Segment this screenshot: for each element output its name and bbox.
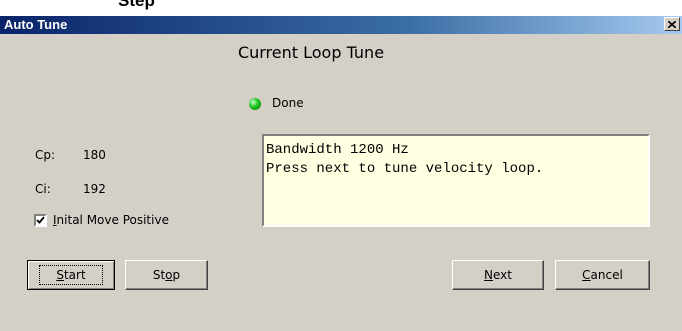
background-caption: Step xyxy=(118,0,155,10)
message-line-2: Press next to tune velocity loop. xyxy=(266,161,544,177)
loop-heading-text: Current Loop Tune xyxy=(237,43,385,62)
cp-value: 180 xyxy=(83,148,106,162)
background-window-strip: Step xyxy=(0,0,682,16)
checkmark-icon xyxy=(36,216,45,224)
loop-heading: Current Loop Tune xyxy=(0,43,682,62)
ci-label: Ci: xyxy=(35,182,51,196)
title-bar[interactable]: Auto Tune xyxy=(0,16,682,34)
message-line-1: Bandwidth 1200 Hz xyxy=(266,142,409,158)
status-led-icon xyxy=(249,98,261,110)
checkbox-box[interactable] xyxy=(34,213,47,227)
close-button[interactable] xyxy=(664,17,680,31)
auto-tune-dialog: Auto Tune Current Loop Tune Done Cp: 180… xyxy=(0,16,682,331)
close-icon xyxy=(668,20,676,28)
next-button[interactable]: Next xyxy=(452,260,544,290)
message-box: Bandwidth 1200 Hz Press next to tune vel… xyxy=(262,134,650,227)
initial-move-positive-checkbox[interactable]: Inital Move Positive xyxy=(34,213,169,227)
cancel-button[interactable]: Cancel xyxy=(555,260,650,290)
cp-label: Cp: xyxy=(35,148,56,162)
start-button[interactable]: Start xyxy=(27,260,115,290)
ci-value: 192 xyxy=(83,182,106,196)
stop-button[interactable]: Stop xyxy=(125,260,208,290)
window-title: Auto Tune xyxy=(4,17,68,32)
checkbox-label: Inital Move Positive xyxy=(53,213,169,227)
status-text: Done xyxy=(272,96,304,110)
